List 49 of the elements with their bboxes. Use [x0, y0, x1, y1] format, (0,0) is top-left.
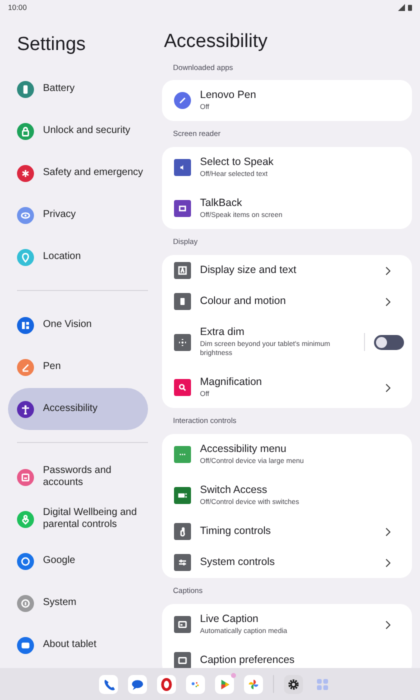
- sidebar-item[interactable]: Digital Wellbeing and parental controls: [8, 498, 148, 540]
- chevron-right-icon: [385, 296, 391, 306]
- setting-title: System controls: [200, 556, 276, 569]
- setting-title: Caption preferences: [200, 654, 296, 667]
- dots-icon[interactable]: [186, 674, 204, 694]
- sidebar-item[interactable]: Google: [8, 540, 148, 582]
- setting-title: TalkBack: [200, 197, 244, 210]
- setting-title: Switch Access: [200, 484, 268, 497]
- chevron-right-icon: [385, 382, 391, 392]
- setting-row[interactable]: Display size and text: [162, 255, 412, 286]
- play-icon[interactable]: [214, 674, 234, 694]
- setting-title: Timing controls: [200, 525, 272, 538]
- setting-row[interactable]: Timing controls: [162, 516, 412, 547]
- settings-icon[interactable]: [284, 674, 302, 694]
- setting-row[interactable]: Colour and motion: [162, 286, 412, 317]
- setting-title: Magnification: [200, 376, 263, 389]
- setting-title: Select to Speak: [200, 156, 275, 169]
- setting-title: Extra dim: [200, 326, 246, 339]
- sidebar-item[interactable]: Unlock and security: [8, 110, 148, 152]
- signal-icon: [398, 4, 405, 10]
- sidebar-item[interactable]: Location: [8, 236, 148, 278]
- sidebar-item[interactable]: Privacy: [8, 194, 148, 236]
- sidebar-item[interactable]: System: [8, 582, 148, 624]
- setting-row[interactable]: System controls: [162, 547, 412, 578]
- sidebar-item[interactable]: Battery: [8, 68, 148, 110]
- sidebar-item[interactable]: One Vision: [8, 304, 148, 346]
- phone-icon[interactable]: [98, 674, 118, 694]
- chevron-right-icon: [385, 526, 391, 536]
- pinwheel-icon[interactable]: [244, 674, 262, 694]
- toggle-switch[interactable]: [374, 334, 404, 350]
- sidebar-item[interactable]: Pen: [8, 346, 148, 388]
- setting-title: Colour and motion: [200, 295, 287, 308]
- setting-title: Accessibility menu: [200, 443, 288, 456]
- chevron-right-icon: [385, 558, 391, 568]
- sidebar-item[interactable]: Passwords and accounts: [8, 456, 148, 498]
- chevron-right-icon: [385, 266, 391, 276]
- chevron-right-icon: [385, 620, 391, 630]
- sidebar-item[interactable]: Accessibility: [8, 388, 148, 430]
- message-icon[interactable]: [128, 674, 146, 694]
- ring-icon[interactable]: [156, 674, 176, 694]
- setting-row[interactable]: Caption preferences: [162, 645, 412, 668]
- page-title: Accessibility: [164, 30, 268, 54]
- battery-icon: [408, 4, 412, 10]
- setting-title: Live Caption: [200, 613, 260, 626]
- sidebar-item[interactable]: Safety and emergency: [8, 152, 148, 194]
- setting-title: Display size and text: [200, 264, 298, 277]
- setting-title: Lenovo Pen: [200, 89, 258, 102]
- sidebar-item[interactable]: About tablet: [8, 624, 148, 666]
- settings-title: Settings: [17, 33, 87, 57]
